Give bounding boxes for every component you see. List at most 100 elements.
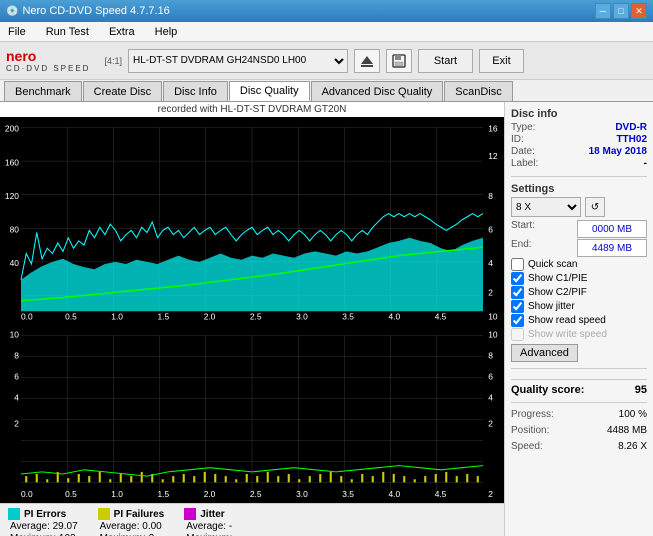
logo-text: nero: [6, 48, 90, 64]
svg-text:10: 10: [10, 329, 20, 339]
tab-disc-quality[interactable]: Disc Quality: [229, 81, 310, 101]
title-bar: 💿 Nero CD-DVD Speed 4.7.7.16 ─ □ ✕: [0, 0, 653, 22]
menu-file[interactable]: File: [4, 24, 30, 40]
start-input[interactable]: [577, 220, 647, 238]
show-read-speed-label: Show read speed: [528, 315, 606, 326]
exit-button[interactable]: Exit: [479, 49, 524, 73]
svg-text:3.0: 3.0: [296, 489, 308, 499]
svg-text:12: 12: [488, 151, 498, 161]
advanced-button[interactable]: Advanced: [511, 344, 578, 362]
svg-text:6: 6: [488, 224, 493, 234]
jitter-color: [184, 508, 196, 520]
svg-text:0.0: 0.0: [21, 312, 33, 322]
svg-text:6: 6: [14, 371, 19, 381]
show-jitter-checkbox[interactable]: [511, 300, 524, 313]
progress-row: Progress: 100 %: [511, 409, 647, 420]
logo: nero CD·DVD SPEED: [6, 48, 90, 73]
end-input[interactable]: [577, 239, 647, 257]
jitter-label: Jitter: [200, 509, 224, 520]
show-write-speed-label: Show write speed: [528, 329, 607, 340]
chart-title: recorded with HL-DT-ST DVDRAM GT20N: [0, 102, 504, 117]
menu-run-test[interactable]: Run Test: [42, 24, 93, 40]
svg-text:2.5: 2.5: [250, 489, 262, 499]
svg-text:4.0: 4.0: [389, 312, 401, 322]
svg-text:2: 2: [488, 419, 493, 429]
end-mb-row: End:: [511, 239, 647, 257]
disc-type-label: Type:: [511, 122, 535, 133]
tab-scan-disc[interactable]: ScanDisc: [444, 81, 512, 101]
quality-score-label: Quality score:: [511, 384, 584, 396]
tab-create-disc[interactable]: Create Disc: [83, 81, 162, 101]
legend: PI Errors Average: 29.07 Maximum: 102 To…: [0, 503, 504, 536]
chart-area: recorded with HL-DT-ST DVDRAM GT20N: [0, 102, 505, 536]
tab-advanced-disc-quality[interactable]: Advanced Disc Quality: [311, 81, 444, 101]
title-controls: ─ □ ✕: [595, 3, 647, 19]
svg-text:200: 200: [5, 124, 19, 134]
tab-disc-info[interactable]: Disc Info: [163, 81, 228, 101]
title-text: Nero CD-DVD Speed 4.7.7.16: [22, 5, 169, 17]
show-c1-pie-checkbox[interactable]: [511, 272, 524, 285]
svg-text:4.0: 4.0: [389, 489, 401, 499]
show-jitter-label: Show jitter: [528, 301, 575, 312]
quick-scan-checkbox[interactable]: [511, 258, 524, 271]
svg-text:2.0: 2.0: [204, 312, 216, 322]
svg-text:1.5: 1.5: [158, 312, 170, 322]
progress-label: Progress:: [511, 409, 554, 420]
show-read-speed-checkbox[interactable]: [511, 314, 524, 327]
menu-extra[interactable]: Extra: [105, 24, 139, 40]
disc-info-title: Disc info: [511, 108, 647, 120]
disc-id-row: ID: TTH02: [511, 134, 647, 145]
pi-failures-label: PI Failures: [114, 509, 165, 520]
svg-text:3.0: 3.0: [296, 312, 308, 322]
settings-refresh-btn[interactable]: ↺: [585, 197, 605, 217]
svg-text:1.0: 1.0: [111, 489, 123, 499]
show-c1-pie-row: Show C1/PIE: [511, 272, 647, 285]
svg-text:0.5: 0.5: [65, 312, 77, 322]
pi-errors-avg: Average: 29.07: [8, 521, 78, 532]
svg-text:6: 6: [488, 371, 493, 381]
show-c1-pie-label: Show C1/PIE: [528, 273, 587, 284]
minimize-button[interactable]: ─: [595, 3, 611, 19]
disc-date-label: Date:: [511, 146, 535, 157]
show-write-speed-row: Show write speed: [511, 328, 647, 341]
menu-help[interactable]: Help: [151, 24, 182, 40]
toolbar: nero CD·DVD SPEED [4:1] HL-DT-ST DVDRAM …: [0, 42, 653, 80]
main-content: recorded with HL-DT-ST DVDRAM GT20N: [0, 102, 653, 536]
position-value: 4488 MB: [607, 425, 647, 436]
svg-text:4: 4: [488, 392, 493, 402]
settings-section: Settings 4 X8 X12 X16 X ↺ Start: End: Qu…: [511, 183, 647, 362]
start-button[interactable]: Start: [418, 49, 473, 73]
save-icon-btn[interactable]: [386, 49, 412, 73]
maximize-button[interactable]: □: [613, 3, 629, 19]
disc-id-label: ID:: [511, 134, 524, 145]
disc-label-row: Label: -: [511, 158, 647, 169]
speed-select[interactable]: 4 X8 X12 X16 X: [511, 197, 581, 217]
menu-bar: File Run Test Extra Help: [0, 22, 653, 42]
show-write-speed-checkbox: [511, 328, 524, 341]
drive-prefix: [4:1]: [104, 56, 122, 66]
svg-text:8: 8: [488, 191, 493, 201]
quick-scan-label: Quick scan: [528, 259, 577, 270]
svg-text:2: 2: [14, 419, 19, 429]
speed-value: 8.26 X: [618, 441, 647, 452]
show-c2-pif-checkbox[interactable]: [511, 286, 524, 299]
drive-select[interactable]: HL-DT-ST DVDRAM GH24NSD0 LH00: [128, 49, 348, 73]
svg-text:120: 120: [5, 191, 19, 201]
show-jitter-row: Show jitter: [511, 300, 647, 313]
divider-2: [511, 368, 647, 369]
svg-text:2.5: 2.5: [250, 312, 262, 322]
disc-label-value: -: [644, 158, 647, 169]
svg-text:1.5: 1.5: [158, 489, 170, 499]
jitter-avg: Average: -: [184, 521, 244, 532]
speed-label: Speed:: [511, 441, 543, 452]
tab-benchmark[interactable]: Benchmark: [4, 81, 82, 101]
svg-text:16: 16: [488, 124, 498, 134]
eject-icon-btn[interactable]: [354, 49, 380, 73]
charts-wrapper: 200 160 120 80 40 16 12 8 6 4 2: [0, 117, 504, 503]
svg-text:10: 10: [488, 312, 498, 322]
svg-text:3.5: 3.5: [342, 489, 354, 499]
disc-label-label: Label:: [511, 158, 538, 169]
settings-title: Settings: [511, 183, 647, 195]
close-button[interactable]: ✕: [631, 3, 647, 19]
quality-score-row: Quality score: 95: [511, 379, 647, 396]
